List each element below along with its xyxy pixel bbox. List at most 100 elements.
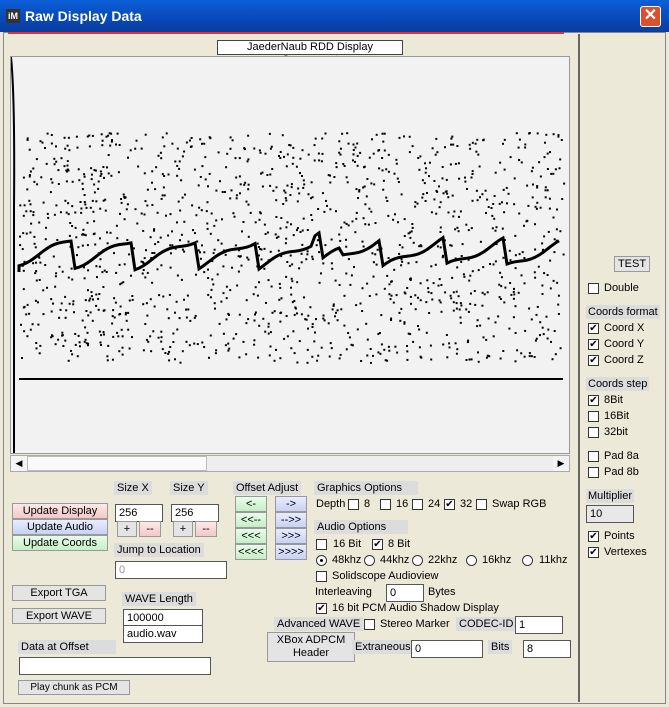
plot-point [50, 298, 53, 301]
vertexes-checkbox[interactable]: ✔ [588, 547, 599, 558]
app-icon[interactable]: iM [6, 9, 20, 23]
play-chunk-button[interactable]: Play chunk as PCM [18, 680, 130, 695]
graphics-options-label: Graphics Options [314, 481, 418, 495]
pad-8a-checkbox[interactable] [588, 451, 599, 462]
solidscope-checkbox[interactable] [316, 571, 327, 582]
offset-forward-1-button[interactable]: -> [275, 496, 307, 512]
step-32bit-checkbox[interactable] [588, 427, 599, 438]
interleaving-input[interactable]: 0 [386, 584, 424, 602]
bits-input[interactable]: 8 [523, 640, 571, 658]
offset-forward-4-button[interactable]: >>>> [275, 544, 307, 560]
size-x-plus-button[interactable]: + [117, 521, 137, 537]
plot-point [372, 261, 375, 264]
coord-z-checkbox[interactable]: ✔ [588, 355, 599, 366]
plot-point [398, 136, 401, 139]
horizontal-scrollbar[interactable]: ◀ ▶ [10, 455, 570, 472]
plot-point [371, 138, 373, 141]
plot-point [291, 301, 294, 304]
offset-back-4-button[interactable]: <<<< [235, 544, 267, 560]
plot-point [149, 298, 152, 301]
size-x-input[interactable]: 256 [115, 504, 163, 522]
depth-16-label: 16 [396, 498, 409, 510]
rate-16khz-radio[interactable] [466, 555, 477, 566]
update-coords-button[interactable]: Update Coords [12, 535, 108, 551]
offset-forward-3-button[interactable]: >>> [275, 528, 307, 544]
plot-point [311, 355, 314, 358]
plot-point [549, 151, 551, 154]
pad-8b-checkbox[interactable] [588, 467, 599, 478]
plot-point [536, 185, 539, 187]
plot-point [291, 162, 294, 165]
points-checkbox[interactable]: ✔ [588, 531, 599, 542]
offset-back-2-button[interactable]: <<-- [235, 512, 267, 528]
plot-point [245, 353, 248, 356]
xbox-adpcm-header-button[interactable]: XBox ADPCM Header [267, 632, 355, 662]
scroll-left-arrow-icon[interactable]: ◀ [11, 456, 27, 471]
extraneous-input[interactable]: 0 [411, 640, 483, 658]
update-audio-button[interactable]: Update Audio [12, 519, 108, 535]
step-8bit-checkbox[interactable]: ✔ [588, 395, 599, 406]
points-label: Points [604, 530, 635, 542]
export-wave-button[interactable]: Export WAVE [12, 608, 106, 624]
plot-point [242, 221, 245, 223]
depth-16-checkbox[interactable] [380, 499, 391, 510]
bit8-checkbox[interactable]: ✔ [372, 539, 383, 550]
rate-22khz-radio[interactable] [412, 555, 423, 566]
coord-y-checkbox[interactable]: ✔ [588, 339, 599, 350]
offset-back-1-button[interactable]: <- [235, 496, 267, 512]
depth-8-checkbox[interactable] [348, 499, 359, 510]
raw-data-display[interactable] [10, 56, 570, 454]
swap-rgb-checkbox[interactable] [476, 499, 487, 510]
plot-point [51, 334, 53, 337]
update-display-button[interactable]: Update Display [12, 503, 108, 519]
coord-x-checkbox[interactable]: ✔ [588, 323, 599, 334]
plot-point [398, 311, 401, 314]
codec-id-input[interactable]: 1 [515, 616, 563, 634]
scroll-thumb[interactable] [27, 456, 207, 471]
plot-point [340, 308, 343, 311]
plot-point [262, 317, 265, 320]
double-checkbox[interactable] [588, 283, 599, 294]
rate-44khz-radio[interactable] [364, 555, 375, 566]
plot-point [189, 319, 192, 322]
size-y-plus-button[interactable]: + [173, 521, 193, 537]
test-button[interactable]: TEST [614, 256, 650, 272]
plot-point [430, 211, 433, 214]
plot-point [101, 144, 104, 147]
plot-point [428, 175, 430, 178]
plot-point [151, 281, 154, 284]
plot-point [42, 201, 45, 204]
plot-point [485, 338, 488, 341]
scroll-right-arrow-icon[interactable]: ▶ [553, 456, 569, 471]
multiplier-input[interactable]: 10 [586, 505, 634, 523]
pcm-shadow-checkbox[interactable]: ✔ [316, 603, 327, 614]
size-x-minus-button[interactable]: -- [139, 521, 161, 537]
step-16bit-checkbox[interactable] [588, 411, 599, 422]
wave-filename-input[interactable]: audio.wav [123, 625, 203, 643]
depth-32-checkbox[interactable]: ✔ [444, 499, 455, 510]
plot-point [55, 272, 58, 275]
plot-point [439, 246, 442, 249]
stereo-marker-checkbox[interactable] [364, 619, 375, 630]
close-button[interactable]: ✕ [640, 6, 661, 27]
plot-point [545, 133, 548, 136]
plot-point [90, 178, 93, 181]
plot-point [372, 354, 374, 357]
export-tga-button[interactable]: Export TGA [12, 585, 106, 601]
plot-point [247, 183, 250, 186]
plot-point [468, 358, 471, 361]
data-at-offset-field[interactable] [19, 657, 211, 675]
rate-11khz-radio[interactable] [522, 555, 533, 566]
offset-back-3-button[interactable]: <<< [235, 528, 267, 544]
rate-48khz-radio[interactable] [316, 555, 327, 566]
plot-point [377, 351, 380, 354]
plot-point [160, 157, 163, 160]
jump-location-input[interactable]: 0 [115, 561, 227, 579]
bit16-checkbox[interactable] [316, 539, 327, 550]
offset-forward-2-button[interactable]: -->> [275, 512, 307, 528]
depth-24-checkbox[interactable] [412, 499, 423, 510]
plot-point [239, 192, 241, 195]
size-y-input[interactable]: 256 [171, 504, 219, 522]
plot-point [209, 232, 212, 235]
size-y-minus-button[interactable]: -- [195, 521, 217, 537]
